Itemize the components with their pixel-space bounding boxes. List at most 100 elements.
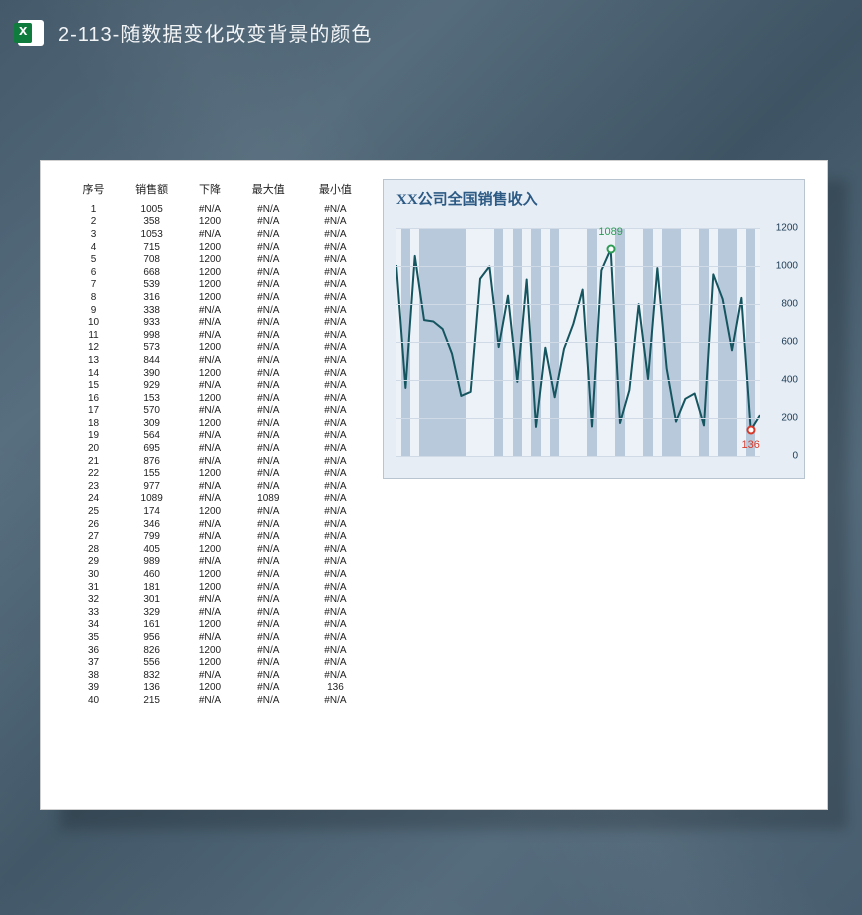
chart-y-tick-label: 0	[792, 451, 798, 462]
table-cell: #N/A	[235, 291, 302, 304]
table-cell: 39	[69, 682, 118, 695]
table-cell: #N/A	[302, 430, 369, 443]
table-cell: #N/A	[235, 430, 302, 443]
table-row: 23581200#N/A#N/A	[69, 216, 369, 229]
chart-y-tick-label: 600	[781, 337, 798, 348]
table-cell: 1200	[185, 342, 235, 355]
table-cell: #N/A	[185, 480, 235, 493]
table-cell: #N/A	[185, 455, 235, 468]
table-row: 143901200#N/A#N/A	[69, 367, 369, 380]
table-cell: #N/A	[235, 606, 302, 619]
table-cell: 24	[69, 493, 118, 506]
table-cell: #N/A	[185, 493, 235, 506]
table-cell: #N/A	[185, 442, 235, 455]
table-cell: #N/A	[302, 316, 369, 329]
table-cell: #N/A	[185, 556, 235, 569]
table-cell: #N/A	[235, 379, 302, 392]
table-cell: 35	[69, 631, 118, 644]
table-cell: 215	[118, 694, 185, 707]
table-row: 75391200#N/A#N/A	[69, 279, 369, 292]
table-row: 57081200#N/A#N/A	[69, 253, 369, 266]
table-cell: #N/A	[302, 543, 369, 556]
table-row: 11005#N/A#N/A#N/A	[69, 203, 369, 216]
table-cell: 933	[118, 316, 185, 329]
table-cell: #N/A	[185, 593, 235, 606]
chart-y-tick-label: 400	[781, 374, 798, 385]
table-cell: #N/A	[235, 656, 302, 669]
table-cell: #N/A	[185, 694, 235, 707]
table-cell: 358	[118, 216, 185, 229]
table-cell: 9	[69, 304, 118, 317]
table-cell: #N/A	[302, 392, 369, 405]
table-cell: #N/A	[235, 644, 302, 657]
table-cell: 3	[69, 228, 118, 241]
table-cell: 21	[69, 455, 118, 468]
table-cell: 32	[69, 593, 118, 606]
table-cell: #N/A	[235, 241, 302, 254]
table-cell: 1089	[235, 493, 302, 506]
table-cell: 329	[118, 606, 185, 619]
table-header: 最小值	[302, 179, 369, 203]
chart-plot-area: 1089136	[396, 228, 760, 456]
table-cell: 346	[118, 518, 185, 531]
table-cell: 573	[118, 342, 185, 355]
table-cell: #N/A	[235, 367, 302, 380]
table-row: 251741200#N/A#N/A	[69, 505, 369, 518]
table-cell: 155	[118, 467, 185, 480]
table-cell: 1200	[185, 644, 235, 657]
table-cell: 1200	[185, 367, 235, 380]
table-cell: #N/A	[185, 669, 235, 682]
table-cell: #N/A	[235, 253, 302, 266]
table-cell: #N/A	[302, 480, 369, 493]
table-cell: #N/A	[235, 216, 302, 229]
table-cell: #N/A	[302, 631, 369, 644]
table-cell: 1	[69, 203, 118, 216]
chart-card: XX公司全国销售收入 1089136 020040060080010001200	[383, 179, 805, 479]
table-cell: #N/A	[235, 442, 302, 455]
table-cell: 31	[69, 581, 118, 594]
table-cell: #N/A	[235, 669, 302, 682]
table-cell: 1200	[185, 392, 235, 405]
table-cell: #N/A	[185, 203, 235, 216]
table-cell: 832	[118, 669, 185, 682]
table-row: 26346#N/A#N/A#N/A	[69, 518, 369, 531]
table-cell: #N/A	[235, 556, 302, 569]
table-cell: #N/A	[302, 581, 369, 594]
table-cell: 17	[69, 405, 118, 418]
chart-y-tick-label: 200	[781, 413, 798, 424]
table-cell: 2	[69, 216, 118, 229]
table-cell: #N/A	[235, 480, 302, 493]
chart-y-tick-label: 1000	[776, 260, 798, 271]
table-cell: #N/A	[185, 518, 235, 531]
table-cell: 1005	[118, 203, 185, 216]
table-header: 最大值	[235, 179, 302, 203]
table-cell: 13	[69, 354, 118, 367]
table-row: 10933#N/A#N/A#N/A	[69, 316, 369, 329]
table-cell: #N/A	[302, 266, 369, 279]
table-row: 29989#N/A#N/A#N/A	[69, 556, 369, 569]
table-cell: #N/A	[235, 455, 302, 468]
table-cell: 136	[302, 682, 369, 695]
table-cell: #N/A	[235, 530, 302, 543]
table-cell: 799	[118, 530, 185, 543]
table-cell: #N/A	[235, 203, 302, 216]
table-cell: #N/A	[185, 631, 235, 644]
chart-gridline	[396, 228, 760, 229]
table-cell: 25	[69, 505, 118, 518]
table-cell: 16	[69, 392, 118, 405]
table-cell: 1200	[185, 216, 235, 229]
table-cell: #N/A	[302, 216, 369, 229]
table-cell: #N/A	[302, 241, 369, 254]
table-cell: #N/A	[302, 304, 369, 317]
table-cell: 20	[69, 442, 118, 455]
data-table: 序号销售额下降最大值最小值 11005#N/A#N/A#N/A23581200#…	[69, 179, 369, 707]
table-cell: #N/A	[302, 467, 369, 480]
chart-gridline	[396, 342, 760, 343]
table-row: 284051200#N/A#N/A	[69, 543, 369, 556]
table-cell: #N/A	[302, 367, 369, 380]
table-cell: 1200	[185, 253, 235, 266]
table-cell: #N/A	[302, 493, 369, 506]
table-cell: #N/A	[302, 203, 369, 216]
table-cell: 826	[118, 644, 185, 657]
table-cell: 1200	[185, 581, 235, 594]
